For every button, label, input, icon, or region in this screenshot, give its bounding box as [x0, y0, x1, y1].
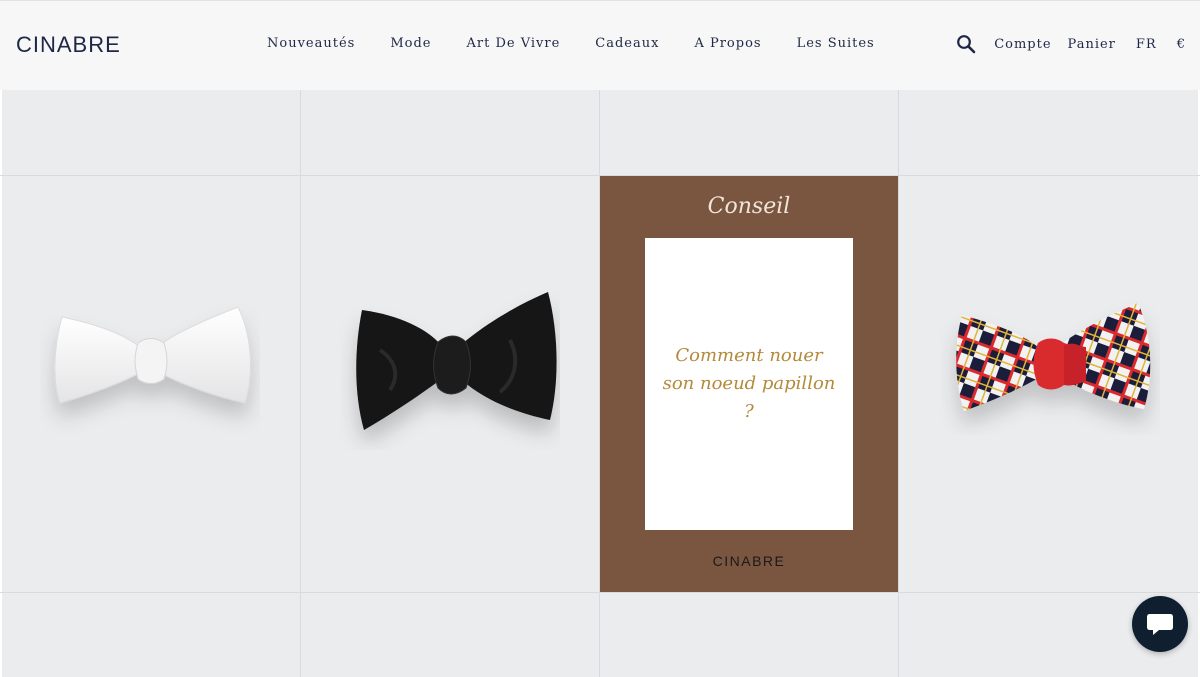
nav-item-les-suites[interactable]: Les Suites: [797, 36, 875, 51]
conseil-sheet: Comment nouer son noeud papillon ?: [645, 238, 853, 530]
product-tile[interactable]: [2, 593, 300, 677]
nav-item-art-de-vivre[interactable]: Art De Vivre: [466, 36, 560, 51]
conseil-text: Comment nouer son noeud papillon ?: [662, 345, 836, 422]
product-tile[interactable]: [301, 593, 599, 677]
product-tile[interactable]: [600, 90, 898, 175]
nav-item-cadeaux[interactable]: Cadeaux: [595, 36, 659, 51]
conseil-card[interactable]: Conseil Comment nouer son noeud papillon…: [600, 176, 898, 592]
tartan-bow-tie-image[interactable]: [930, 270, 1170, 450]
currency-selector[interactable]: €: [1177, 37, 1186, 52]
language-selector[interactable]: FR: [1136, 37, 1157, 52]
chat-bubble-icon: [1147, 614, 1173, 635]
utility-nav: Compte Panier FR €: [956, 34, 1186, 54]
cart-link[interactable]: Panier: [1068, 37, 1116, 52]
divider: [300, 90, 301, 677]
chat-button[interactable]: [1132, 596, 1188, 652]
product-tile[interactable]: [600, 593, 898, 677]
nav-item-nouveautes[interactable]: Nouveautés: [267, 36, 355, 51]
main-nav: Nouveautés Mode Art De Vivre Cadeaux A P…: [267, 36, 875, 51]
product-tile[interactable]: [2, 90, 300, 175]
divider: [898, 90, 899, 677]
brand-logo[interactable]: CINABRE: [16, 32, 121, 58]
site-header: CINABRE Nouveautés Mode Art De Vivre Cad…: [0, 0, 1200, 90]
white-bow-tie-image[interactable]: [30, 270, 270, 450]
product-tile[interactable]: [301, 90, 599, 175]
conseil-brand: CINABRE: [712, 553, 786, 569]
search-icon[interactable]: [956, 34, 976, 54]
divider: [0, 592, 1200, 593]
nav-item-mode[interactable]: Mode: [390, 36, 431, 51]
account-link[interactable]: Compte: [994, 37, 1051, 52]
black-bow-tie-image[interactable]: [330, 270, 570, 460]
nav-item-a-propos[interactable]: A Propos: [694, 36, 761, 51]
conseil-heading: Conseil: [707, 194, 791, 219]
product-tile[interactable]: [899, 90, 1198, 175]
